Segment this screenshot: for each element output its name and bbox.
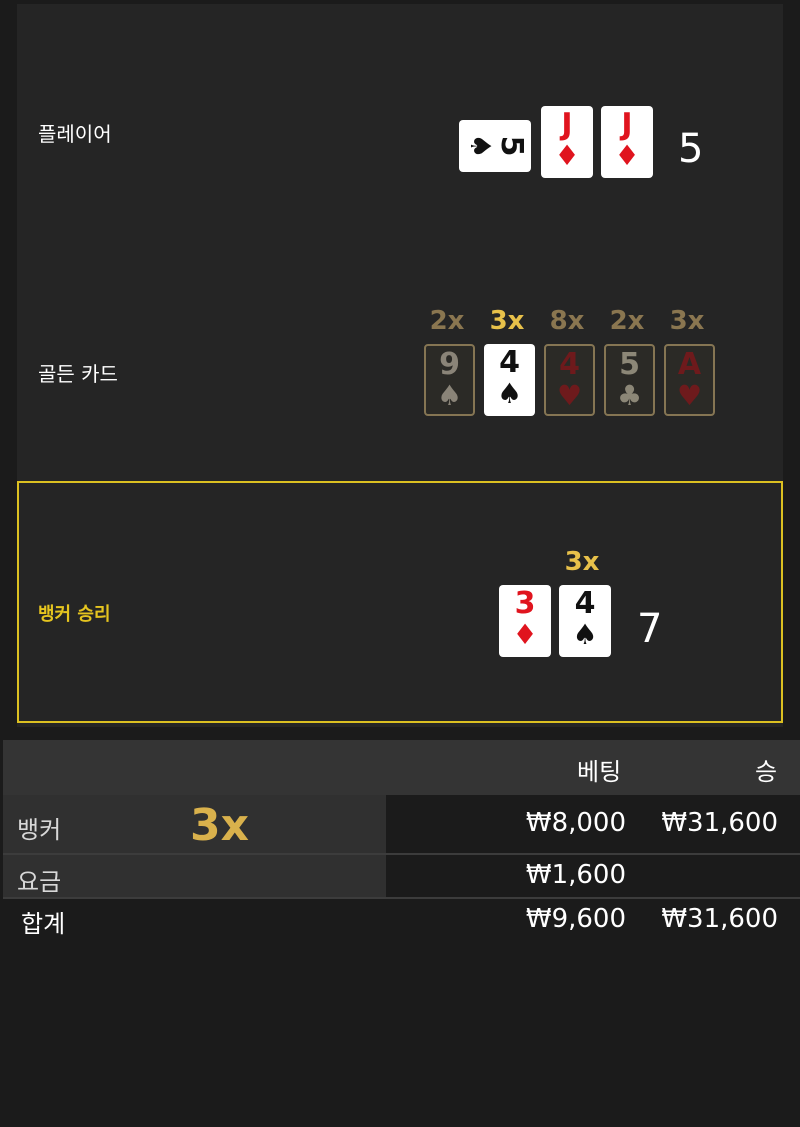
golden-card-2: 4 ♠ bbox=[484, 344, 535, 416]
row-bet: ₩1,600 bbox=[525, 860, 626, 890]
row-bet: ₩9,600 bbox=[525, 904, 626, 934]
bet-column-header: 베팅 bbox=[577, 758, 622, 786]
card-rank: 4 bbox=[499, 345, 520, 380]
win-column-header: 승 bbox=[755, 758, 778, 786]
table-row: 뱅커 ₩8,000 ₩31,600 bbox=[3, 795, 800, 853]
golden-mult-2: 3x bbox=[489, 306, 525, 336]
row-win: ₩31,600 bbox=[661, 904, 778, 934]
card-suit: ♠ bbox=[496, 377, 523, 410]
card-suit: ♦ bbox=[512, 618, 538, 651]
card-rank: 9 bbox=[439, 347, 460, 382]
player-card-3: J ♦ bbox=[601, 106, 653, 178]
player-label: 플레이어 bbox=[38, 122, 112, 146]
banker-card-1: 3 ♦ bbox=[499, 585, 551, 657]
card-suit: ♠ bbox=[464, 133, 497, 159]
golden-card-4: 5 ♣ bbox=[604, 344, 655, 416]
golden-mult-1: 2x bbox=[429, 306, 465, 336]
card-suit: ♥ bbox=[556, 379, 583, 412]
bet-table-header: 베팅 승 bbox=[3, 740, 800, 795]
golden-mult-5: 3x bbox=[669, 306, 705, 336]
table-row-total: 합계 ₩9,600 ₩31,600 bbox=[3, 899, 800, 941]
row-bet: ₩8,000 bbox=[525, 808, 626, 838]
golden-card-1: 9 ♠ bbox=[424, 344, 475, 416]
row-label: 요금 bbox=[17, 868, 62, 896]
banker-card-mult: 3x bbox=[564, 547, 600, 577]
card-rank: J bbox=[621, 107, 633, 142]
card-suit: ♥ bbox=[676, 379, 703, 412]
golden-mult-4: 2x bbox=[609, 306, 645, 336]
banker-win-label: 뱅커 승리 bbox=[38, 604, 111, 625]
card-suit: ♦ bbox=[554, 139, 580, 172]
banker-multiplier-badge: 3x bbox=[190, 800, 249, 851]
banker-card-2: 4 ♠ bbox=[559, 585, 611, 657]
player-card-1: 5 ♠ bbox=[459, 120, 531, 172]
row-win: ₩31,600 bbox=[661, 808, 778, 838]
card-rank: 3 bbox=[514, 586, 536, 621]
card-rank: 5 bbox=[619, 347, 640, 382]
row-label: 합계 bbox=[21, 910, 66, 938]
player-score: 5 bbox=[678, 126, 704, 172]
row-label: 뱅커 bbox=[17, 816, 62, 844]
golden-mult-3: 8x bbox=[549, 306, 585, 336]
player-card-2: J ♦ bbox=[541, 106, 593, 178]
card-rank: 4 bbox=[559, 347, 580, 382]
table-row: 요금 ₩1,600 bbox=[3, 855, 800, 897]
card-suit: ♣ bbox=[616, 379, 643, 412]
banker-win-panel bbox=[17, 481, 783, 723]
card-rank: 4 bbox=[574, 586, 596, 621]
card-suit: ♠ bbox=[572, 618, 598, 651]
card-rank: J bbox=[561, 107, 573, 142]
card-rank: A bbox=[677, 347, 702, 382]
banker-score: 7 bbox=[637, 606, 663, 652]
golden-card-5: A ♥ bbox=[664, 344, 715, 416]
card-rank: 5 bbox=[494, 135, 529, 157]
card-suit: ♠ bbox=[436, 379, 463, 412]
golden-card-3: 4 ♥ bbox=[544, 344, 595, 416]
card-suit: ♦ bbox=[614, 139, 640, 172]
golden-card-label: 골든 카드 bbox=[38, 362, 118, 386]
